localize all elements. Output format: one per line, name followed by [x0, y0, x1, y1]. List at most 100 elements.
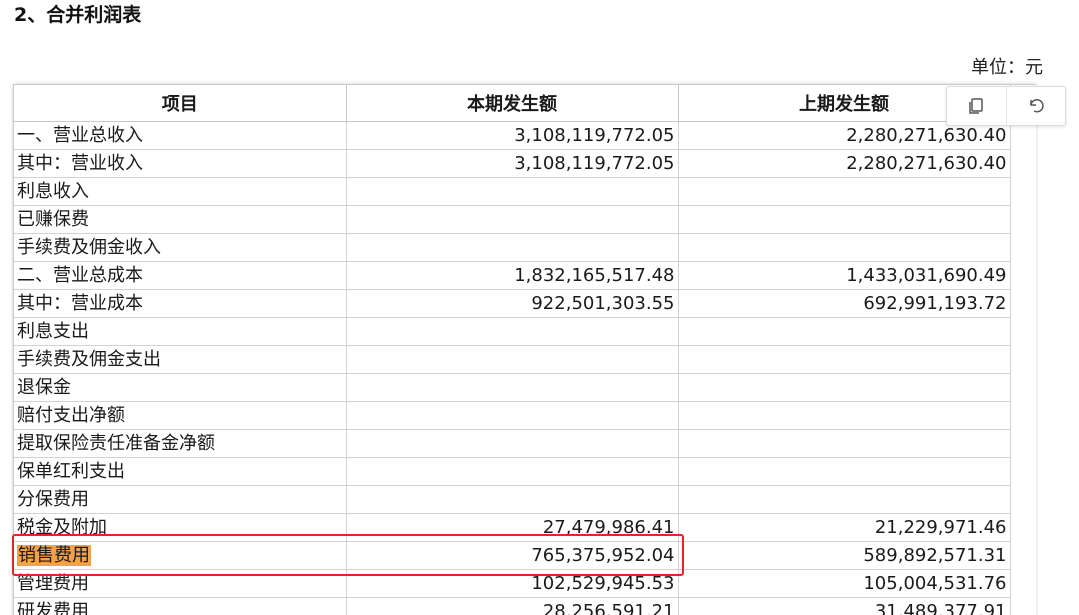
floating-toolbar — [946, 86, 1066, 126]
table-row: 利息支出 — [14, 317, 1011, 346]
row-item-cell: 其中：营业成本 — [14, 289, 347, 318]
row-item-cell: 赔付支出净额 — [14, 401, 347, 430]
row-item-cell: 一、营业总收入 — [14, 121, 347, 150]
row-item-cell: 利息支出 — [14, 317, 347, 346]
table-row: 退保金 — [14, 373, 1011, 402]
row-previous-value — [678, 177, 1011, 206]
row-item-cell: 保单红利支出 — [14, 457, 347, 486]
row-item-label: 其中：营业收入 — [17, 153, 143, 174]
income-statement-table-container: 项目 本期发生额 上期发生额 一、营业总收入 3,108,119,772.05 2,… — [13, 84, 1036, 615]
row-item-label: 销售费用 — [17, 545, 91, 566]
table-row: 分保费用 — [14, 485, 1011, 514]
row-previous-value — [678, 485, 1011, 514]
undo-icon — [1026, 96, 1046, 116]
row-current-value — [346, 373, 679, 402]
row-item-cell: 研发费用 — [14, 597, 347, 615]
row-previous-value — [678, 317, 1011, 346]
row-current-value — [346, 401, 679, 430]
row-item-cell: 已赚保费 — [14, 205, 347, 234]
table-row: 税金及附加 27,479,986.41 21,229,971.46 — [14, 513, 1011, 542]
row-item-label: 研发费用 — [17, 601, 89, 615]
row-item-label: 提取保险责任准备金净额 — [17, 433, 215, 454]
row-previous-value: 31,489,377.91 — [678, 597, 1011, 615]
copy-icon — [966, 96, 986, 116]
row-current-value — [346, 485, 679, 514]
row-item-cell: 利息收入 — [14, 177, 347, 206]
income-statement-table: 项目 本期发生额 上期发生额 一、营业总收入 3,108,119,772.05 2,… — [14, 85, 1011, 615]
row-previous-value — [678, 429, 1011, 458]
table-row: 研发费用 28,256,591.21 31,489,377.91 — [14, 597, 1011, 615]
row-item-cell: 退保金 — [14, 373, 347, 402]
row-previous-value — [678, 457, 1011, 486]
row-item-label: 管理费用 — [17, 573, 89, 594]
row-item-cell: 销售费用 — [14, 541, 347, 570]
row-previous-value: 589,892,571.31 — [678, 541, 1011, 570]
row-previous-value: 692,991,193.72 — [678, 289, 1011, 318]
row-current-value: 3,108,119,772.05 — [346, 121, 679, 150]
row-previous-value — [678, 345, 1011, 374]
table-row: 保单红利支出 — [14, 457, 1011, 486]
table-body: 一、营业总收入 3,108,119,772.05 2,280,271,630.40 其… — [14, 121, 1011, 615]
undo-button[interactable] — [1005, 87, 1066, 125]
table-header-row: 项目 本期发生额 上期发生额 — [14, 85, 1011, 122]
row-item-cell: 提取保险责任准备金净额 — [14, 429, 347, 458]
section-title: 2、合并利润表 — [14, 4, 142, 26]
table-row: 已赚保费 — [14, 205, 1011, 234]
table-row: 提取保险责任准备金净额 — [14, 429, 1011, 458]
row-item-cell: 二、营业总成本 — [14, 261, 347, 290]
row-item-label: 赔付支出净额 — [17, 405, 125, 426]
row-previous-value: 2,280,271,630.40 — [678, 149, 1011, 178]
row-previous-value — [678, 401, 1011, 430]
row-previous-value — [678, 373, 1011, 402]
row-current-value: 1,832,165,517.48 — [346, 261, 679, 290]
row-item-label: 二、营业总成本 — [17, 265, 143, 286]
table-row: 销售费用 765,375,952.04 589,892,571.31 — [14, 541, 1011, 570]
row-item-label: 利息收入 — [17, 181, 89, 202]
row-current-value — [346, 317, 679, 346]
row-current-value: 922,501,303.55 — [346, 289, 679, 318]
row-previous-value: 1,433,031,690.49 — [678, 261, 1011, 290]
row-item-label: 保单红利支出 — [17, 461, 125, 482]
row-previous-value — [678, 233, 1011, 262]
row-current-value — [346, 345, 679, 374]
row-item-label: 利息支出 — [17, 321, 89, 342]
copy-button[interactable] — [947, 87, 1006, 125]
table-row: 手续费及佣金支出 — [14, 345, 1011, 374]
table-row: 赔付支出净额 — [14, 401, 1011, 430]
row-item-cell: 税金及附加 — [14, 513, 347, 542]
row-item-cell: 分保费用 — [14, 485, 347, 514]
header-item: 项目 — [14, 85, 347, 122]
table-row: 管理费用 102,529,945.53 105,004,531.76 — [14, 569, 1011, 598]
header-current-period: 本期发生额 — [346, 85, 679, 122]
row-item-label: 税金及附加 — [17, 517, 107, 538]
table-row: 其中：营业收入 3,108,119,772.05 2,280,271,630.40 — [14, 149, 1011, 178]
row-item-label: 退保金 — [17, 377, 71, 398]
unit-label: 单位：元 — [971, 57, 1043, 78]
row-previous-value: 21,229,971.46 — [678, 513, 1011, 542]
row-item-label: 其中：营业成本 — [17, 293, 143, 314]
row-previous-value — [678, 205, 1011, 234]
table-row: 一、营业总收入 3,108,119,772.05 2,280,271,630.40 — [14, 121, 1011, 150]
row-item-label: 已赚保费 — [17, 209, 89, 230]
row-current-value: 102,529,945.53 — [346, 569, 679, 598]
row-current-value: 765,375,952.04 — [346, 541, 679, 570]
row-current-value — [346, 205, 679, 234]
table-row: 利息收入 — [14, 177, 1011, 206]
row-current-value: 28,256,591.21 — [346, 597, 679, 615]
row-current-value: 27,479,986.41 — [346, 513, 679, 542]
row-current-value — [346, 177, 679, 206]
row-current-value: 3,108,119,772.05 — [346, 149, 679, 178]
table-row: 其中：营业成本 922,501,303.55 692,991,193.72 — [14, 289, 1011, 318]
table-row: 二、营业总成本 1,832,165,517.48 1,433,031,690.49 — [14, 261, 1011, 290]
row-item-label: 手续费及佣金收入 — [17, 237, 161, 258]
row-item-label: 分保费用 — [17, 489, 89, 510]
row-item-label: 手续费及佣金支出 — [17, 349, 161, 370]
row-current-value — [346, 233, 679, 262]
row-item-cell: 其中：营业收入 — [14, 149, 347, 178]
document-page: 2、合并利润表 单位：元 项目 本期发生额 上期发生额 一、营业总收入 3,108… — [0, 0, 1079, 615]
row-current-value — [346, 429, 679, 458]
row-previous-value: 105,004,531.76 — [678, 569, 1011, 598]
table-row: 手续费及佣金收入 — [14, 233, 1011, 262]
row-item-cell: 手续费及佣金支出 — [14, 345, 347, 374]
row-item-label: 一、营业总收入 — [17, 125, 143, 146]
